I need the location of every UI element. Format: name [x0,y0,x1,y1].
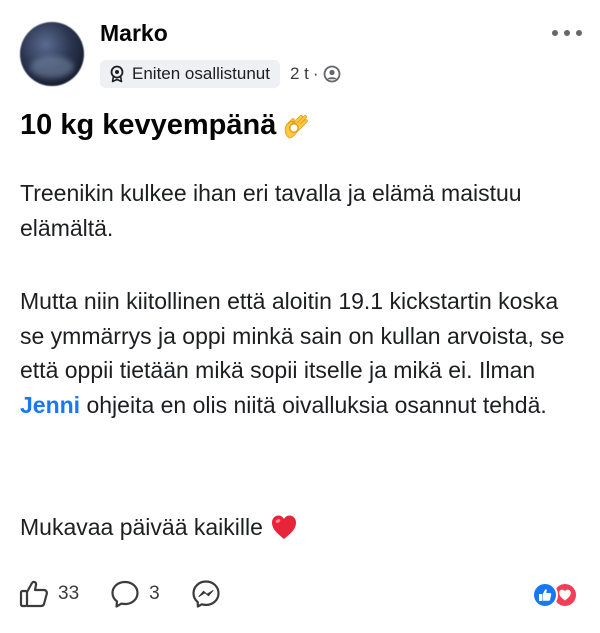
ok-hand-emoji [280,108,314,142]
post-time[interactable]: 2 t [290,64,309,84]
top-contributor-badge[interactable]: Eniten osallistunut [100,60,280,88]
reaction-summary[interactable] [532,582,578,608]
medal-icon [108,65,126,83]
messenger-icon [190,578,222,610]
globe-icon [323,65,341,83]
post-paragraph-1: Treenikin kulkee ihan eri tavalla ja elä… [20,180,522,241]
red-heart-emoji [269,512,299,542]
facebook-post: Marko Eniten osallistunut 2 t · 10 kg ke… [0,0,600,633]
meta-separator: · [312,64,319,83]
share-action[interactable] [190,578,222,610]
author-name[interactable]: Marko [100,20,168,47]
post-paragraph-3: Mukavaa päivää kaikille [20,510,585,545]
post-title: 10 kg kevyempänä [20,108,314,142]
paragraph-2-text-end: ohjeita en olis niitä oivalluksia osannu… [80,391,547,418]
post-title-text: 10 kg kevyempänä [20,108,277,141]
post-meta: Eniten osallistunut 2 t · [100,60,341,88]
more-dots-icon[interactable] [552,28,582,38]
badge-label: Eniten osallistunut [132,64,270,83]
like-count: 33 [58,583,80,604]
like-reaction-icon [532,582,558,608]
like-action[interactable]: 33 [18,578,79,610]
paragraph-3-text: Mukavaa päivää kaikille [20,514,263,540]
comment-action[interactable]: 3 [109,578,160,610]
paragraph-2-text: Mutta niin kiitollinen että aloitin 19.1… [20,288,565,383]
post-paragraph-2: Mutta niin kiitollinen että aloitin 19.1… [20,284,585,422]
post-actions: 33 3 [18,578,252,610]
comment-count: 3 [149,583,160,604]
thumbs-up-icon [18,578,50,610]
comment-bubble-icon [109,578,141,610]
avatar[interactable] [20,22,84,86]
mention-link[interactable]: Jenni [20,392,80,418]
